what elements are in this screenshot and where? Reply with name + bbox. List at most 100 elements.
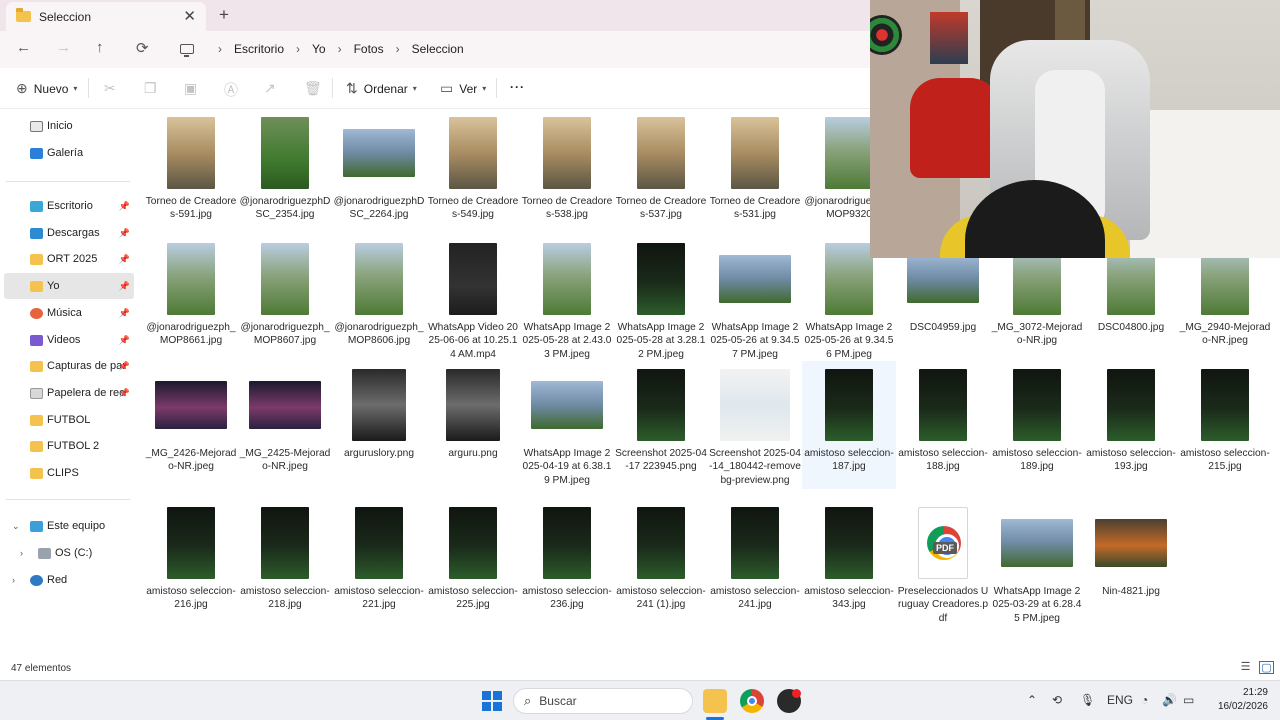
file-item[interactable]: @jonarodriguezphDSC_2354.jpg <box>238 109 332 237</box>
file-item[interactable]: _MG_2425-Mejorado-NR.jpeg <box>238 361 332 489</box>
file-item[interactable]: @jonarodriguezph_MOP8607.jpg <box>238 235 332 363</box>
breadcrumb-seleccion[interactable]: Seleccion <box>412 42 464 56</box>
volume-icon[interactable]: 🔊 <box>1162 693 1177 707</box>
file-item[interactable]: amistoso seleccion-343.jpg <box>802 499 896 627</box>
close-tab-icon[interactable]: ✕ <box>183 7 196 25</box>
file-item[interactable]: amistoso seleccion-241.jpg <box>708 499 802 627</box>
start-icon[interactable] <box>482 691 502 711</box>
microphone-icon[interactable]: 🎙 <box>1080 693 1095 707</box>
more-options-icon[interactable]: ··· <box>510 80 525 94</box>
sidebar-item-papelera[interactable]: Papelera de recic 📌 <box>0 380 134 406</box>
file-explorer-icon[interactable] <box>703 689 727 713</box>
file-item[interactable]: arguru.png <box>426 361 520 489</box>
sidebar-item-este-equipo[interactable]: ⌄ Este equipo <box>0 513 134 539</box>
file-item[interactable]: @jonarodriguezphDSC_2264.jpg <box>332 109 426 237</box>
back-arrow-icon[interactable]: ← <box>16 39 31 56</box>
sidebar-item-clips[interactable]: CLIPS <box>0 460 134 486</box>
chevron-right-icon[interactable]: › <box>12 575 15 585</box>
pin-icon[interactable]: 📌 <box>119 361 130 372</box>
chevron-down-icon[interactable]: ⌄ <box>12 521 20 532</box>
refresh-icon[interactable]: ⟳ <box>136 39 149 57</box>
sidebar-item-galeria[interactable]: Galería <box>0 140 134 166</box>
file-item[interactable]: Torneo de Creadores-538.jpg <box>520 109 614 237</box>
breadcrumb[interactable]: › Escritorio › Yo › Fotos › Seleccion <box>170 35 870 63</box>
file-item[interactable]: arguruslory.png <box>332 361 426 489</box>
pin-icon[interactable]: 📌 <box>119 335 130 346</box>
delete-icon[interactable]: 🗑 <box>304 80 322 97</box>
file-item[interactable]: Torneo de Creadores-537.jpg <box>614 109 708 237</box>
breadcrumb-escritorio[interactable]: Escritorio <box>234 42 284 56</box>
new-tab-button[interactable]: + <box>219 5 229 25</box>
file-item[interactable]: WhatsApp Image 2025-05-26 at 9.34.57 PM.… <box>708 235 802 363</box>
pin-icon[interactable]: 📌 <box>119 308 130 319</box>
file-item[interactable]: Torneo de Creadores-549.jpg <box>426 109 520 237</box>
pin-icon[interactable]: 📌 <box>119 388 130 399</box>
wifi-icon[interactable]: ◔ <box>1141 693 1148 707</box>
file-item[interactable]: amistoso seleccion-187.jpg <box>802 361 896 489</box>
chevron-right-icon[interactable]: › <box>20 548 23 558</box>
breadcrumb-yo[interactable]: Yo <box>312 42 326 56</box>
file-item[interactable]: @jonarodriguezph_MOP8606.jpg <box>332 235 426 363</box>
file-item[interactable]: @jonarodriguezph_MOP8661.jpg <box>144 235 238 363</box>
file-item[interactable]: amistoso seleccion-193.jpg <box>1084 361 1178 489</box>
file-item[interactable]: amistoso seleccion-221.jpg <box>332 499 426 627</box>
breadcrumb-fotos[interactable]: Fotos <box>354 42 384 56</box>
file-item[interactable]: WhatsApp Image 2025-04-19 at 6.38.19 PM.… <box>520 361 614 489</box>
sync-icon[interactable]: ⟲ <box>1052 693 1062 707</box>
sidebar-item-musica[interactable]: Música 📌 <box>0 300 134 326</box>
file-item[interactable]: amistoso seleccion-241 (1).jpg <box>614 499 708 627</box>
file-item[interactable]: WhatsApp Image 2025-05-28 at 2.43.03 PM.… <box>520 235 614 363</box>
sidebar-item-red[interactable]: › Red <box>0 567 134 593</box>
up-arrow-icon[interactable]: ↑ <box>96 39 104 56</box>
sidebar-item-ort-2025[interactable]: ORT 2025 📌 <box>0 246 134 272</box>
file-item[interactable]: WhatsApp Image 2025-05-28 at 3.28.12 PM.… <box>614 235 708 363</box>
pin-icon[interactable]: 📌 <box>119 201 130 212</box>
file-item[interactable]: amistoso seleccion-218.jpg <box>238 499 332 627</box>
view-button[interactable]: ▭ Ver ▾ <box>440 80 486 97</box>
copy-icon[interactable]: ❐ <box>144 80 157 97</box>
file-item[interactable]: amistoso seleccion-215.jpg <box>1178 361 1272 489</box>
sidebar-item-futbol-2[interactable]: FUTBOL 2 <box>0 433 134 459</box>
file-item[interactable]: Nin-4821.jpg <box>1084 499 1178 627</box>
file-item[interactable]: amistoso seleccion-236.jpg <box>520 499 614 627</box>
share-icon[interactable]: ↗ <box>264 80 276 97</box>
pin-icon[interactable]: 📌 <box>119 228 130 239</box>
file-item[interactable]: PDF Preseleccionados Uruguay Creadores.pd… <box>896 499 990 627</box>
file-item[interactable]: Screenshot 2025-04-17 223945.png <box>614 361 708 489</box>
file-item[interactable]: WhatsApp Image 2025-03-29 at 6.28.45 PM.… <box>990 499 1084 627</box>
sidebar-item-escritorio[interactable]: Escritorio 📌 <box>0 193 134 219</box>
file-item[interactable]: WhatsApp Video 2025-06-06 at 10.25.14 AM… <box>426 235 520 363</box>
battery-icon[interactable]: ▭ <box>1183 693 1194 707</box>
pin-icon[interactable]: 📌 <box>119 281 130 292</box>
sidebar-item-os-c[interactable]: › OS (C:) <box>0 540 134 566</box>
details-view-icon[interactable]: ☰ <box>1238 661 1253 674</box>
file-item[interactable]: Screenshot 2025-04-14_180442-removebg-pr… <box>708 361 802 489</box>
forward-arrow-icon[interactable]: → <box>56 39 71 56</box>
clock[interactable]: 21:29 16/02/2026 <box>1212 686 1268 714</box>
taskbar-search[interactable]: ⌕ Buscar <box>513 688 693 714</box>
paste-icon[interactable]: ▣ <box>184 80 197 97</box>
file-item[interactable]: amistoso seleccion-188.jpg <box>896 361 990 489</box>
rename-icon[interactable]: Ⓐ <box>224 80 238 100</box>
file-item[interactable]: _MG_2426-Mejorado-NR.jpeg <box>144 361 238 489</box>
file-item[interactable]: amistoso seleccion-216.jpg <box>144 499 238 627</box>
chevron-up-icon[interactable]: ⌃ <box>1027 693 1037 707</box>
pin-icon[interactable]: 📌 <box>119 254 130 265</box>
tab-seleccion[interactable]: Seleccion ✕ <box>6 2 206 31</box>
file-item[interactable]: amistoso seleccion-189.jpg <box>990 361 1084 489</box>
sidebar-item-descargas[interactable]: Descargas 📌 <box>0 220 134 246</box>
thumbnail-view-icon[interactable]: ▢ <box>1259 661 1274 674</box>
sidebar-item-futbol[interactable]: FUTBOL <box>0 407 134 433</box>
sort-button[interactable]: ⇅ Ordenar ▾ <box>346 80 417 97</box>
sidebar-item-yo[interactable]: Yo 📌 <box>4 273 134 299</box>
cut-icon[interactable]: ✂ <box>104 80 116 97</box>
file-item[interactable]: Torneo de Creadores-531.jpg <box>708 109 802 237</box>
file-item[interactable]: Torneo de Creadores-591.jpg <box>144 109 238 237</box>
sidebar-item-capturas[interactable]: Capturas de pant 📌 <box>0 353 134 379</box>
sidebar-item-videos[interactable]: Videos 📌 <box>0 327 134 353</box>
language-indicator[interactable]: ENG <box>1107 693 1133 707</box>
computer-icon[interactable] <box>180 44 194 57</box>
new-button[interactable]: ⊕ Nuevo ▾ <box>16 80 77 97</box>
file-item[interactable]: amistoso seleccion-225.jpg <box>426 499 520 627</box>
sidebar-item-inicio[interactable]: Inicio <box>0 113 134 139</box>
